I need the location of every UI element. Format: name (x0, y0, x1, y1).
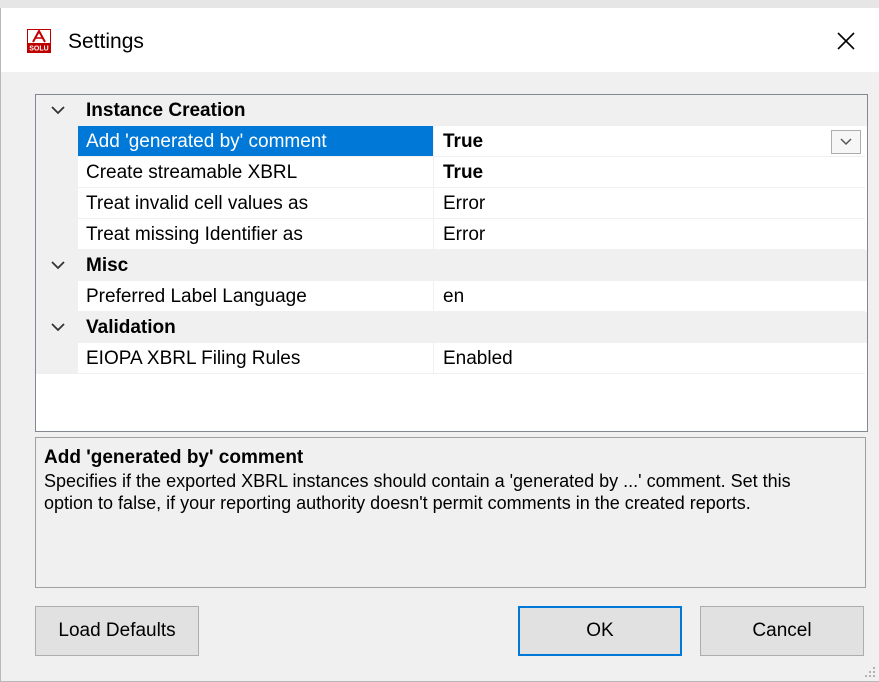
window-title: Settings (68, 30, 144, 53)
chevron-down-icon[interactable] (50, 103, 66, 117)
svg-text:SOLU: SOLU (29, 46, 48, 53)
property-value[interactable]: Enabled (434, 343, 865, 374)
property-row[interactable]: Preferred Label Language en (36, 281, 867, 312)
category-label: Instance Creation (86, 100, 246, 121)
property-row[interactable]: Treat missing Identifier as Error (36, 219, 867, 250)
property-value[interactable]: True (434, 126, 865, 157)
property-value[interactable]: en (434, 281, 865, 312)
title-bar: SOLU Settings (1, 8, 879, 72)
close-button[interactable] (821, 20, 871, 62)
row-gutter (36, 343, 78, 374)
property-row[interactable]: Add 'generated by' comment True (36, 126, 867, 157)
property-name[interactable]: Preferred Label Language (78, 281, 434, 312)
chevron-down-icon (840, 138, 852, 146)
row-gutter (36, 126, 78, 157)
resize-grip-icon[interactable] (864, 666, 876, 678)
property-name[interactable]: Treat missing Identifier as (78, 219, 434, 250)
property-grid: Instance Creation Add 'generated by' com… (35, 94, 868, 432)
cancel-button[interactable]: Cancel (700, 606, 864, 656)
property-value[interactable]: True (434, 157, 865, 188)
chevron-down-icon[interactable] (50, 320, 66, 334)
row-gutter (36, 188, 78, 219)
property-value-text: True (443, 131, 484, 152)
property-value[interactable]: Error (434, 219, 865, 250)
description-title: Add 'generated by' comment (44, 447, 304, 468)
load-defaults-button[interactable]: Load Defaults (35, 606, 199, 656)
category-misc[interactable]: Misc (36, 250, 867, 281)
value-dropdown-button[interactable] (831, 130, 861, 154)
chevron-down-icon[interactable] (50, 258, 66, 272)
category-instance-creation[interactable]: Instance Creation (36, 95, 867, 126)
property-name[interactable]: EIOPA XBRL Filing Rules (78, 343, 434, 374)
settings-dialog: SOLU Settings Instance Creation Add 'gen… (0, 8, 879, 682)
row-gutter (36, 219, 78, 250)
category-label: Validation (86, 317, 176, 338)
property-row[interactable]: Treat invalid cell values as Error (36, 188, 867, 219)
description-panel: Add 'generated by' comment Specifies if … (35, 437, 866, 588)
row-gutter (36, 281, 78, 312)
property-name[interactable]: Create streamable XBRL (78, 157, 434, 188)
property-row[interactable]: Create streamable XBRL True (36, 157, 867, 188)
property-name[interactable]: Add 'generated by' comment (78, 126, 434, 157)
category-validation[interactable]: Validation (36, 312, 867, 343)
category-label: Misc (86, 255, 129, 276)
property-name[interactable]: Treat invalid cell values as (78, 188, 434, 219)
close-icon (837, 32, 855, 50)
property-value[interactable]: Error (434, 188, 865, 219)
row-gutter (36, 157, 78, 188)
property-row[interactable]: EIOPA XBRL Filing Rules Enabled (36, 343, 867, 374)
app-icon: SOLU (27, 28, 51, 53)
description-text: Specifies if the exported XBRL instances… (44, 471, 791, 513)
ok-button[interactable]: OK (518, 606, 682, 656)
